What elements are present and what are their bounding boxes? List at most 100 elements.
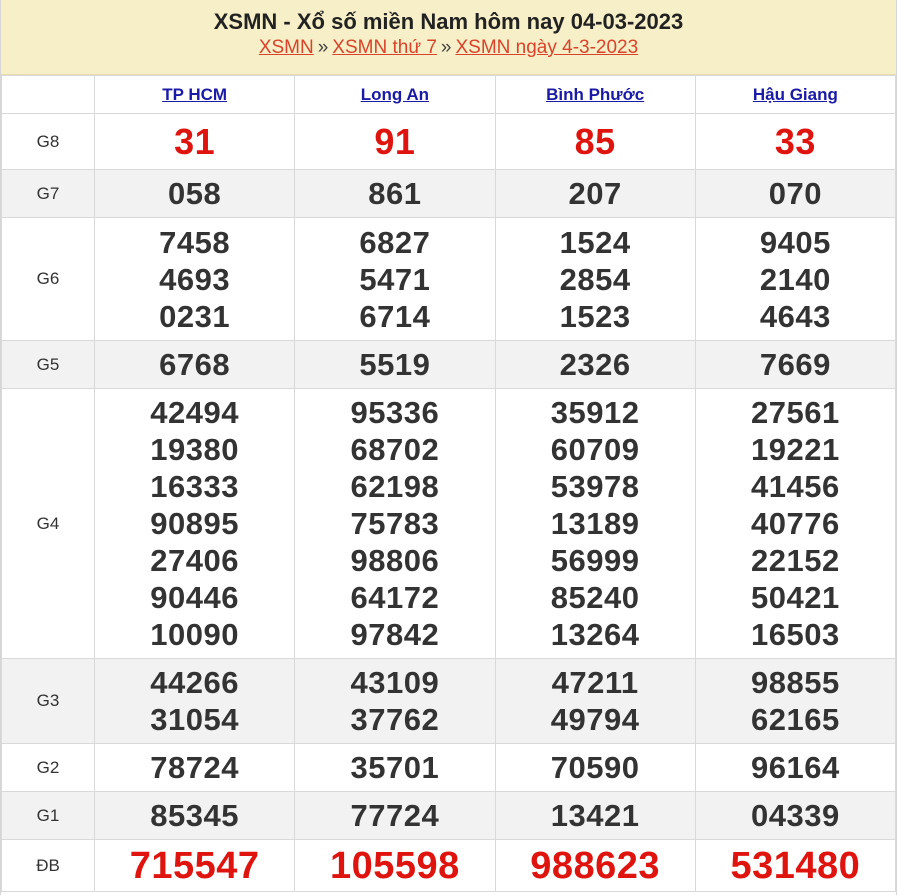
prize-cell: 44266 31054: [93, 658, 296, 744]
prize-number: 91: [374, 120, 416, 162]
prize-number: 207: [568, 176, 622, 211]
prize-cell: 98855 62165: [694, 658, 897, 744]
breadcrumb-xsmn-date-link[interactable]: XSMN ngày 4-3-2023: [455, 37, 638, 58]
prize-number: 7458: [159, 224, 231, 260]
prize-cell: 105598: [294, 839, 496, 892]
prize-number: 715547: [129, 844, 260, 887]
prize-cell: 1524 2854 1523: [494, 217, 696, 341]
prize-number: 5471: [359, 261, 431, 297]
prize-cell: 77724: [294, 791, 496, 840]
prize-cell: 85345: [93, 791, 296, 840]
prize-cell: 91: [294, 113, 496, 170]
province-link-long-an[interactable]: Long An: [361, 85, 429, 104]
prize-label: G2: [1, 743, 95, 792]
prize-row-g4: G4 42494 19380 16333 90895 27406 90446 10090 953…: [1, 388, 897, 659]
prize-label: G6: [1, 217, 95, 341]
prize-cell: 070: [694, 169, 897, 218]
prize-cell: 715547: [93, 839, 296, 892]
prize-number: 98855: [751, 665, 840, 700]
prize-number: 96164: [751, 750, 840, 785]
prize-number: 90446: [150, 580, 239, 615]
breadcrumb-separator: »: [317, 37, 329, 58]
prize-number: 4693: [159, 261, 231, 297]
prize-number: 27561: [751, 395, 840, 430]
prize-cell: 7669: [694, 340, 897, 389]
prize-number: 2326: [559, 347, 631, 382]
province-header: TP HCM: [93, 75, 296, 114]
province-header: Long An: [294, 75, 496, 114]
prize-number: 16333: [150, 469, 239, 504]
prize-cell: 207: [494, 169, 696, 218]
prize-number: 27406: [150, 543, 239, 578]
prize-cell: 42494 19380 16333 90895 27406 90446 10090: [93, 388, 296, 659]
prize-number: 6768: [159, 347, 231, 382]
prize-number: 75783: [350, 506, 440, 541]
prize-row-g5: G5 6768 5519 2326 7669: [1, 340, 897, 389]
prize-cell: 35701: [294, 743, 496, 792]
results-page: XSMN - Xổ số miền Nam hôm nay 04-03-2023…: [0, 0, 897, 895]
province-header-row: TP HCM Long An Bình Phước Hậu Giang: [1, 75, 897, 114]
prize-cell: 43109 37762: [294, 658, 496, 744]
page-header: XSMN - Xổ số miền Nam hôm nay 04-03-2023…: [1, 0, 896, 75]
province-header: Hậu Giang: [694, 75, 897, 114]
prize-number: 7669: [759, 347, 831, 382]
province-link-binh-phuoc[interactable]: Bình Phước: [546, 85, 644, 104]
prize-cell: 85: [494, 113, 696, 170]
prize-number: 64172: [350, 580, 440, 615]
prize-cell: 33: [694, 113, 897, 170]
prize-number: 40776: [751, 506, 840, 541]
prize-row-g6: G6 7458 4693 0231 6827 5471 6714 1524 2854 1523 94…: [1, 217, 897, 341]
prize-cell: 96164: [694, 743, 897, 792]
province-link-tp-hcm[interactable]: TP HCM: [162, 85, 227, 104]
prize-number: 77724: [350, 798, 440, 833]
prize-number: 10090: [150, 617, 239, 652]
prize-number: 1524: [559, 224, 631, 260]
prize-number: 988623: [530, 844, 661, 887]
prize-cell: 5519: [294, 340, 496, 389]
province-link-hau-giang[interactable]: Hậu Giang: [753, 85, 838, 104]
prize-label: G3: [1, 658, 95, 744]
prize-cell: 27561 19221 41456 40776 22152 50421 16503: [694, 388, 897, 659]
prize-number: 6714: [359, 298, 431, 334]
prize-number: 78724: [150, 750, 239, 785]
prize-number: 95336: [350, 395, 440, 430]
prize-number: 13264: [550, 617, 640, 652]
prize-number: 19380: [150, 432, 239, 467]
prize-number: 31: [174, 120, 216, 162]
prize-cell: 13421: [494, 791, 696, 840]
prize-cell: 78724: [93, 743, 296, 792]
prize-number: 16503: [751, 617, 840, 652]
prize-cell: 95336 68702 62198 75783 98806 64172 97842: [294, 388, 496, 659]
prize-row-đb: ĐB 715547 105598 988623 531480: [1, 839, 897, 892]
prize-cell: 7458 4693 0231: [93, 217, 296, 341]
prize-number: 43109: [350, 665, 440, 700]
breadcrumb-xsmn-weekday-link[interactable]: XSMN thứ 7: [332, 37, 437, 58]
prize-label: G5: [1, 340, 95, 389]
prize-number: 0231: [159, 298, 231, 334]
prize-number: 13421: [550, 798, 640, 833]
breadcrumb-xsmn-link[interactable]: XSMN: [259, 37, 314, 58]
prize-number: 35912: [550, 395, 640, 430]
prize-number: 98806: [350, 543, 440, 578]
prize-row-g8: G8 31 91 85 33: [1, 113, 897, 170]
breadcrumb-separator: »: [440, 37, 452, 58]
prize-number: 105598: [329, 844, 460, 887]
prize-number: 5519: [359, 347, 431, 382]
prize-number: 31054: [150, 702, 239, 737]
corner-cell: [1, 75, 95, 114]
prize-label: G1: [1, 791, 95, 840]
prize-label: ĐB: [1, 839, 95, 892]
prize-cell: 6827 5471 6714: [294, 217, 496, 341]
prize-cell: 531480: [694, 839, 897, 892]
prize-label: G4: [1, 388, 95, 659]
prize-cell: 988623: [494, 839, 696, 892]
prize-number: 058: [168, 176, 222, 211]
prize-cell: 47211 49794: [494, 658, 696, 744]
prize-number: 49794: [550, 702, 640, 737]
prize-number: 13189: [550, 506, 640, 541]
breadcrumb: XSMN» XSMN thứ 7» XSMN ngày 4-3-2023: [1, 35, 896, 61]
prize-number: 85240: [550, 580, 640, 615]
prize-number: 861: [368, 176, 422, 211]
prize-number: 53978: [550, 469, 640, 504]
prize-number: 60709: [550, 432, 640, 467]
